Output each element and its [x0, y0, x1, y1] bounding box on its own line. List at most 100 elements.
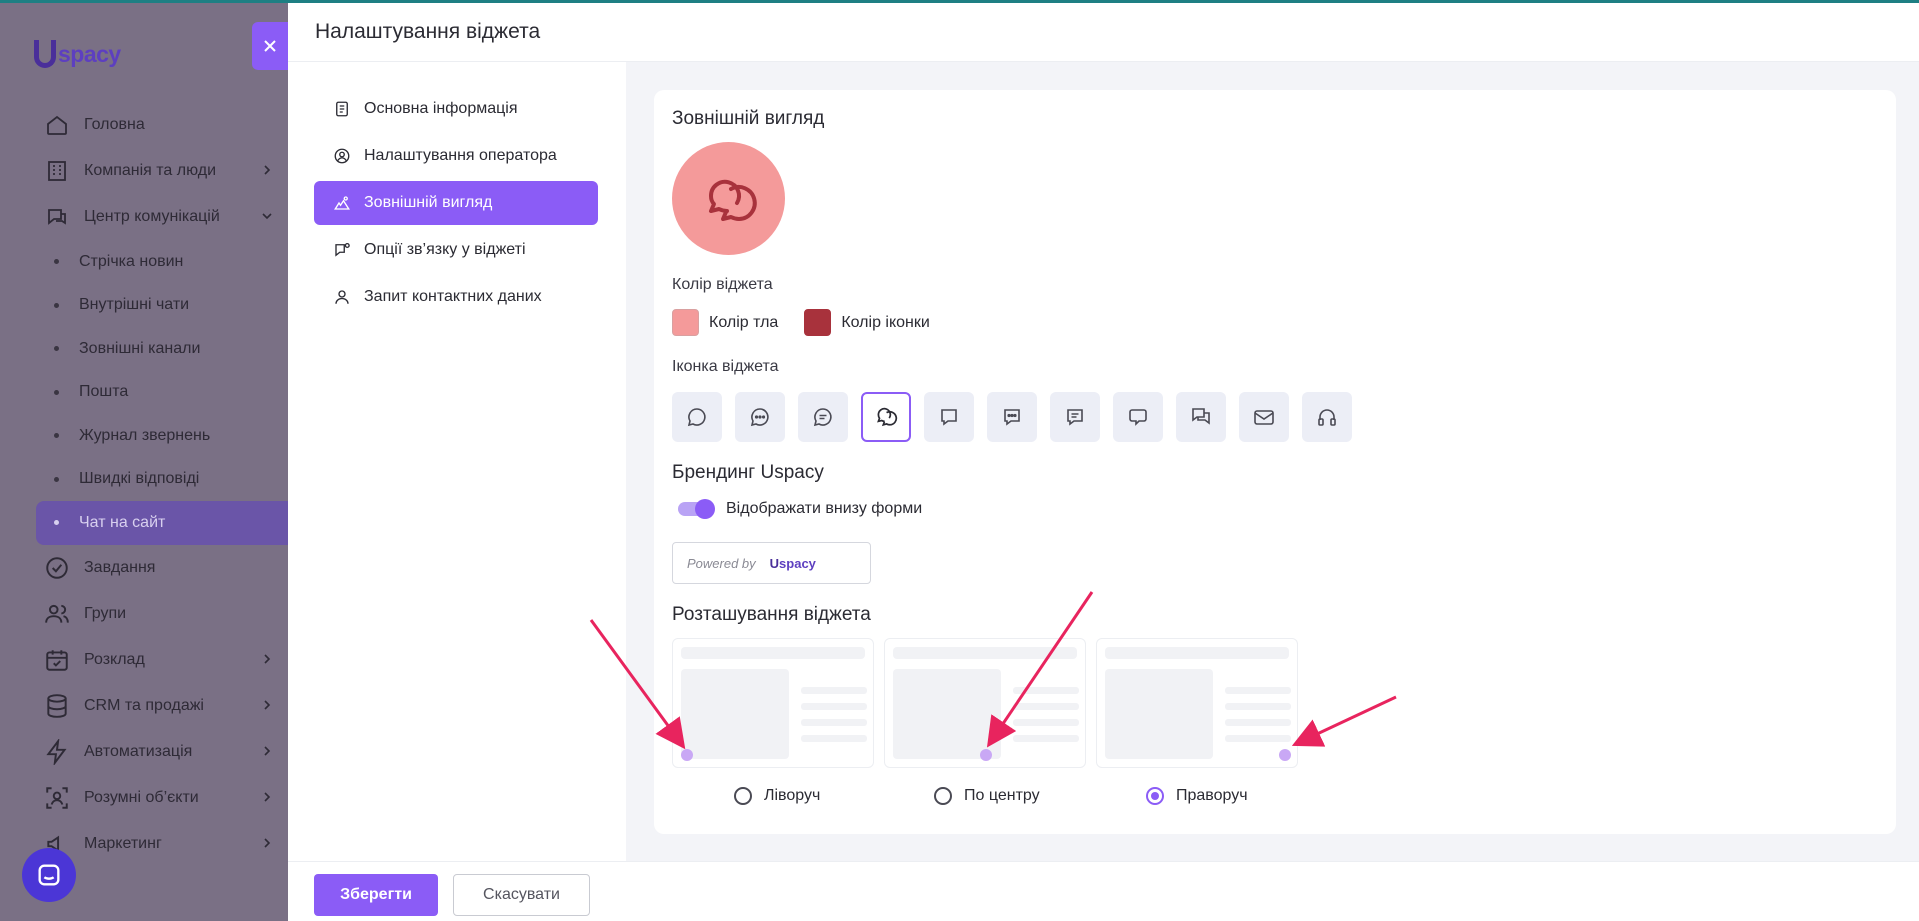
radio-circle	[1146, 787, 1164, 805]
chat-multi-icon	[1192, 408, 1210, 425]
sidebar-item-schedule[interactable]: Розклад	[0, 637, 288, 683]
position-title: Розташування віджета	[672, 604, 871, 625]
bullet-dot	[54, 346, 59, 352]
radio-position-right[interactable]: Праворуч	[1146, 787, 1248, 805]
icon-option-chat-square-lines[interactable]	[1050, 392, 1100, 442]
position-preview-right[interactable]	[1096, 638, 1298, 768]
chevron-down-icon	[262, 213, 272, 220]
check-circle-icon	[44, 555, 70, 581]
radio-position-left[interactable]: Ліворуч	[734, 787, 820, 805]
radio-position-center[interactable]: По центру	[934, 787, 1040, 805]
radio-circle	[934, 787, 952, 805]
menu-item-appearance[interactable]: Зовнішній вигляд	[314, 181, 598, 225]
sidebar-subitem-label: Чат на сайт	[79, 513, 166, 531]
sidebar-item-automation[interactable]: Автоматизація	[0, 729, 288, 775]
cancel-button[interactable]: Скасувати	[453, 874, 590, 916]
icon-option-headset[interactable]	[1302, 392, 1352, 442]
icon-option-mail[interactable]	[1239, 392, 1289, 442]
widget-settings-drawer: Налаштування віджета Основна інформація …	[288, 3, 1919, 921]
sidebar-subitem-external-channels[interactable]: Зовнішні канали	[0, 327, 288, 371]
menu-item-contact-request[interactable]: Запит контактних даних	[314, 275, 598, 319]
position-preview-left[interactable]	[672, 638, 874, 768]
chat-double-icon	[877, 407, 898, 427]
chat-lines-icon	[813, 408, 832, 427]
sidebar-item-tasks[interactable]: Завдання	[0, 545, 288, 591]
uspacy-logo: spacy	[34, 40, 121, 68]
branding-title: Брендинг Uspacy	[672, 462, 824, 483]
menu-item-basic-info[interactable]: Основна інформація	[314, 87, 598, 131]
sidebar-subitem-label: Швидкі відповіді	[79, 470, 200, 488]
preview-line	[1225, 703, 1291, 710]
widget-position-dot	[1279, 749, 1291, 761]
chat-bubble-icon	[1129, 409, 1147, 426]
database-icon	[44, 693, 70, 719]
appearance-icon	[332, 193, 352, 213]
icon-option-chat-dots[interactable]	[735, 392, 785, 442]
powered-logo-text: spacy	[779, 555, 816, 571]
sidebar-subitem-label: Стрічка новин	[79, 252, 184, 270]
sidebar-subitem-site-chat[interactable]: Чат на сайт	[36, 501, 288, 545]
bg-color-picker[interactable]: Колір тла	[672, 309, 778, 336]
headset-icon	[1318, 409, 1336, 426]
icon-option-chat-round[interactable]	[672, 392, 722, 442]
save-button[interactable]: Зберегти	[314, 874, 438, 916]
sidebar-subitem-quick-replies[interactable]: Швидкі відповіді	[0, 458, 288, 502]
chat-square-dots-icon	[1004, 409, 1020, 426]
preview-line	[801, 719, 867, 726]
icon-option-chat-square[interactable]	[924, 392, 974, 442]
bullet-dot	[54, 302, 59, 308]
icon-color-label: Колір іконки	[841, 313, 930, 331]
sidebar-item-home[interactable]: Головна	[0, 102, 288, 148]
icon-option-chat-double[interactable]	[861, 392, 911, 442]
preview-header	[681, 647, 865, 659]
chevron-right-icon	[264, 699, 271, 710]
sidebar-item-label: Групи	[84, 604, 127, 622]
sidebar-item-smart-objects[interactable]: Розумні об’єкти	[0, 775, 288, 821]
sidebar-item-label: Завдання	[84, 558, 156, 576]
position-radios: Ліворуч По центру Праворуч	[734, 787, 1274, 809]
chevron-right-icon	[264, 165, 271, 175]
icon-option-chat-square-dots[interactable]	[987, 392, 1037, 442]
icon-color-picker[interactable]: Колір іконки	[804, 309, 930, 336]
icon-options	[672, 392, 1352, 442]
menu-item-operator-settings[interactable]: Налаштування оператора	[314, 134, 598, 178]
sidebar-subitem-internal-chats[interactable]: Внутрішні чати	[0, 284, 288, 328]
logo-text: spacy	[58, 40, 121, 67]
bg-color-swatch	[672, 309, 699, 336]
close-drawer-button[interactable]	[252, 22, 288, 70]
top-accent-line	[0, 0, 1919, 3]
preview-line	[801, 687, 867, 694]
support-chat-button[interactable]	[22, 848, 76, 902]
sidebar-subitem-news[interactable]: Стрічка новин	[0, 240, 288, 284]
close-icon	[264, 40, 276, 52]
sidebar-item-company[interactable]: Компанія та люди	[0, 148, 288, 194]
radio-label: Праворуч	[1176, 787, 1248, 804]
menu-item-contact-options[interactable]: Опції зв’язку у віджеті	[314, 228, 598, 272]
bullet-dot	[54, 389, 59, 395]
sidebar-item-crm[interactable]: CRM та продажі	[0, 683, 288, 729]
settings-menu: Основна інформація Налаштування оператор…	[314, 87, 598, 322]
widget-icon-label: Іконка віджета	[672, 358, 779, 375]
bullet-dot	[54, 433, 59, 439]
preview-line	[1013, 719, 1079, 726]
powered-by-text: Powered by	[687, 555, 756, 571]
menu-item-label: Запит контактних даних	[364, 288, 542, 305]
sidebar-subitem-requests-log[interactable]: Журнал звернень	[0, 414, 288, 458]
sidebar-item-groups[interactable]: Групи	[0, 591, 288, 637]
chat-square-icon	[941, 409, 957, 426]
icon-option-chat-multi[interactable]	[1176, 392, 1226, 442]
sidebar-subitem-label: Зовнішні канали	[79, 339, 201, 357]
sidebar-nav: Головна Компанія та люди Центр комунікац…	[0, 102, 288, 867]
sidebar-item-label: Автоматизація	[84, 742, 193, 760]
preview-line	[1013, 735, 1079, 742]
branding-toggle[interactable]	[678, 499, 715, 519]
sidebar-item-communication[interactable]: Центр комунікацій	[0, 194, 288, 240]
icon-option-chat-lines[interactable]	[798, 392, 848, 442]
menu-item-label: Основна інформація	[364, 100, 518, 117]
position-preview-center[interactable]	[884, 638, 1086, 768]
sidebar-subitem-mail[interactable]: Пошта	[0, 371, 288, 415]
icon-option-chat-bubble[interactable]	[1113, 392, 1163, 442]
chat-dots-icon	[750, 408, 769, 427]
smart-object-icon	[44, 785, 70, 811]
powered-by-logo: Uspacy	[769, 555, 816, 571]
